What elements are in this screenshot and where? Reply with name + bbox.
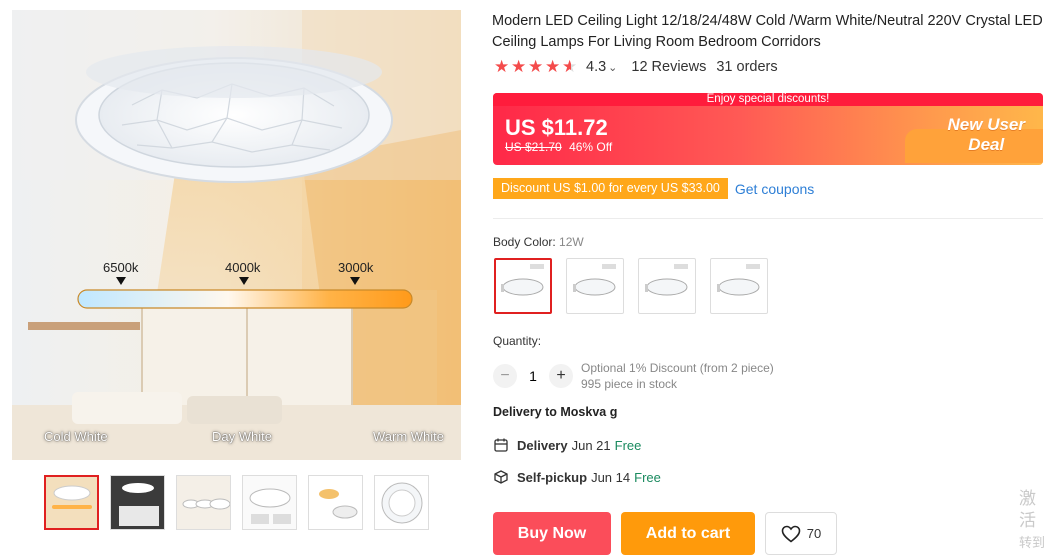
- temperature-label-cold: 6500k: [103, 260, 139, 275]
- variant-option-4[interactable]: [710, 258, 768, 314]
- temperature-label-day: 4000k: [225, 260, 261, 275]
- star-icon: ★: [528, 57, 544, 76]
- coupon-tag: Discount US $1.00 for every US $33.00: [493, 178, 728, 199]
- action-buttons: Buy Now Add to cart 70: [493, 512, 837, 555]
- delivery-date: Jun 21: [571, 437, 611, 453]
- quantity-info: Optional 1% Discount (from 2 piece) 995 …: [581, 360, 774, 392]
- buy-now-button[interactable]: Buy Now: [493, 512, 611, 555]
- thumbnail-strip: [44, 475, 429, 530]
- delivery-location[interactable]: Delivery to Moskva g: [493, 405, 617, 419]
- star-icon: ★: [494, 57, 510, 76]
- current-price: US $11.72: [505, 115, 608, 140]
- room-scene-illustration: [12, 10, 461, 460]
- delivery-row: Delivery Jun 21 Free: [493, 437, 641, 453]
- warm-white-label: Warm White: [373, 429, 445, 444]
- pickup-row: Self-pickup Jun 14 Free: [493, 469, 661, 485]
- watermark-line-1: 激活: [1019, 489, 1036, 530]
- variant-option-1[interactable]: [494, 258, 552, 314]
- star-icon: ★: [511, 57, 527, 76]
- thumbnail-2[interactable]: [110, 475, 165, 530]
- half-star-icon: ★: [562, 57, 578, 76]
- discount-percent: 46% Off: [569, 140, 613, 154]
- add-to-cart-button[interactable]: Add to cart: [621, 512, 755, 555]
- quantity-decrease-button[interactable]: −: [493, 364, 517, 388]
- original-price: US $21.70: [505, 140, 562, 154]
- quantity-label: Quantity:: [493, 334, 542, 348]
- variant-selected-value: 12W: [559, 235, 584, 249]
- coupon-row: Discount US $1.00 for every US $33.00 Ge…: [493, 178, 814, 199]
- main-product-image[interactable]: 6500k 4000k 3000k Cold White Day White W…: [12, 10, 461, 460]
- discount-banner-text: Enjoy special discounts!: [493, 93, 1043, 106]
- variant-label: Body Color:: [493, 235, 556, 249]
- star-icon: ★: [545, 57, 561, 76]
- pickup-label: Self-pickup: [517, 469, 588, 485]
- calendar-icon: [494, 438, 508, 452]
- rating-row: ★ ★ ★ ★ ★ 4.3 ⌄ 12 Reviews 31 orders: [494, 57, 778, 76]
- body-color-label: Body Color: 12W: [493, 235, 584, 249]
- original-price-row: US $21.70 46% Off: [505, 140, 612, 154]
- variant-swatches: [494, 258, 768, 314]
- activation-watermark: 激活 转到: [1019, 488, 1051, 554]
- heart-icon: [781, 525, 801, 543]
- wishlist-count: 70: [806, 526, 822, 541]
- divider: [493, 218, 1043, 219]
- wishlist-button[interactable]: 70: [765, 512, 837, 555]
- day-white-label: Day White: [212, 429, 272, 444]
- quantity-stepper: − + Optional 1% Discount (from 2 piece) …: [493, 360, 774, 392]
- new-user-deal-text: New User Deal: [948, 115, 1025, 155]
- cold-white-label: Cold White: [44, 429, 108, 444]
- rating-stars: ★ ★ ★ ★ ★: [494, 57, 578, 76]
- rating-value[interactable]: 4.3: [586, 59, 606, 75]
- bulk-discount-text: Optional 1% Discount (from 2 piece): [581, 361, 774, 375]
- thumbnail-5[interactable]: [308, 475, 363, 530]
- deal-line-1: New User: [947, 115, 1025, 134]
- get-coupons-link[interactable]: Get coupons: [735, 181, 814, 197]
- variant-option-3[interactable]: [638, 258, 696, 314]
- price-banner: Enjoy special discounts! US $11.72 US $2…: [493, 93, 1043, 165]
- deal-line-2: Deal: [968, 135, 1005, 154]
- reviews-link[interactable]: 12 Reviews: [631, 59, 706, 75]
- quantity-input[interactable]: [517, 368, 549, 384]
- chevron-down-icon[interactable]: ⌄: [608, 61, 617, 74]
- orders-count: 31 orders: [716, 59, 778, 75]
- thumbnail-1[interactable]: [44, 475, 99, 530]
- pickup-date: Jun 14: [591, 469, 631, 485]
- thumbnail-4[interactable]: [242, 475, 297, 530]
- variant-option-2[interactable]: [566, 258, 624, 314]
- watermark-line-2: 转到: [1019, 535, 1046, 550]
- temperature-label-warm: 3000k: [338, 260, 374, 275]
- quantity-increase-button[interactable]: +: [549, 364, 573, 388]
- thumbnail-3[interactable]: [176, 475, 231, 530]
- product-title: Modern LED Ceiling Light 12/18/24/48W Co…: [492, 13, 1043, 50]
- pickup-box-icon: [494, 470, 508, 484]
- delivery-price: Free: [614, 437, 642, 453]
- thumbnail-6[interactable]: [374, 475, 429, 530]
- delivery-label: Delivery: [517, 437, 568, 453]
- stock-text: 995 piece in stock: [581, 377, 678, 391]
- pickup-price: Free: [634, 469, 661, 485]
